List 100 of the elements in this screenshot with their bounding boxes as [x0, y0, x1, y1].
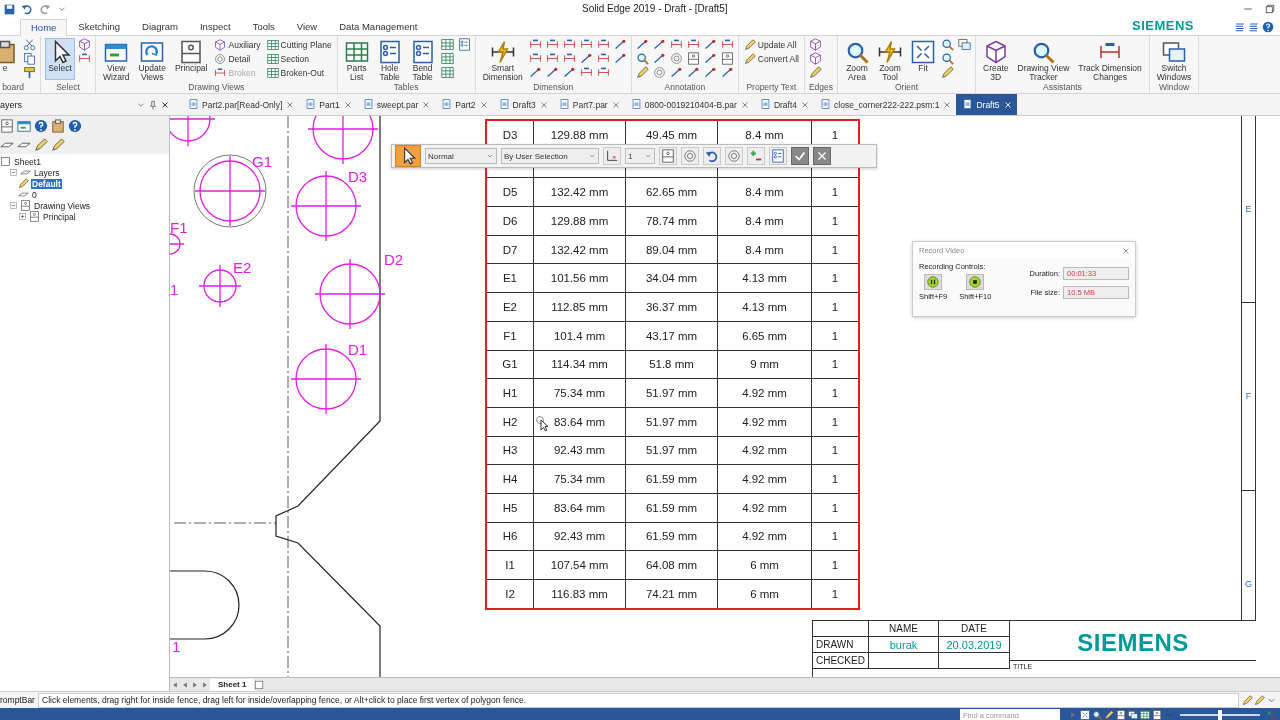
ribbon-tab[interactable]: Home [20, 19, 68, 36]
document-tab[interactable]: close_corner222-222.psm:1 [814, 94, 957, 115]
ribbon-button[interactable]: Detail [213, 52, 262, 66]
magnifier-icon[interactable] [635, 52, 649, 65]
ribbon-button[interactable]: Broken-Out [265, 66, 333, 80]
view-frame-icon[interactable] [1116, 710, 1126, 720]
brush-icon[interactable] [23, 66, 36, 79]
document-tab[interactable]: sweept.par [356, 94, 436, 115]
help-icon[interactable] [68, 119, 82, 133]
dimension-icon[interactable] [596, 66, 610, 79]
annotation-icon[interactable] [613, 52, 627, 65]
pencil-icon[interactable] [808, 66, 822, 79]
close-button[interactable] [813, 147, 831, 165]
document-tab[interactable]: Part7.par [552, 94, 625, 115]
dimension-icon[interactable] [686, 38, 700, 51]
dimension-icon[interactable] [545, 52, 559, 65]
dimension-icon[interactable] [545, 38, 559, 51]
windows-icon[interactable] [958, 38, 972, 51]
dimension-icon[interactable] [720, 38, 734, 51]
magnifier-icon[interactable] [941, 52, 955, 65]
magnifier-icon[interactable] [941, 38, 955, 51]
ribbon-button[interactable]: Fit [908, 38, 939, 80]
fit-icon[interactable] [1080, 710, 1090, 720]
stop-button[interactable] [966, 274, 985, 290]
close-icon[interactable] [160, 99, 170, 110]
cube-icon[interactable] [808, 52, 822, 65]
ribbon-button[interactable]: e [0, 38, 20, 80]
table-icon[interactable] [440, 38, 454, 51]
annotation-icon[interactable] [562, 66, 576, 79]
dimension-icon[interactable] [78, 52, 91, 65]
target-button[interactable] [725, 147, 743, 165]
dimension-icon[interactable] [579, 38, 593, 51]
clipboard-icon[interactable] [51, 119, 65, 133]
document-tab[interactable]: Part2 [435, 94, 493, 115]
select-tool-button[interactable] [395, 145, 421, 167]
accept-button[interactable] [791, 147, 809, 165]
ribbon-button[interactable]: Update Views [135, 38, 169, 80]
pencil-icon[interactable] [34, 138, 48, 152]
ribbon-button[interactable]: Bend Table [407, 38, 438, 80]
windows-icon[interactable] [1128, 710, 1138, 720]
ribbon-button[interactable]: Zoom Tool [875, 38, 906, 80]
annotation-icon[interactable] [686, 66, 700, 79]
count-dropdown[interactable]: 1 [625, 148, 655, 164]
target-icon[interactable] [669, 52, 683, 65]
cube-icon[interactable] [78, 38, 91, 51]
ribbon-button[interactable]: View Wizard [100, 38, 133, 80]
pencil-icon[interactable] [1242, 694, 1253, 706]
dimension-icon[interactable] [669, 38, 683, 51]
align-icon[interactable] [1234, 21, 1246, 33]
help-icon[interactable] [1262, 21, 1274, 33]
annotation-icon[interactable] [703, 38, 717, 51]
pause-button[interactable] [924, 274, 943, 290]
ribbon-tab[interactable]: Inspect [189, 18, 242, 35]
dimension-icon[interactable] [596, 52, 610, 65]
collapse-icon[interactable] [9, 168, 18, 177]
ribbon-button[interactable]: Parts List [341, 38, 372, 80]
annotation-icon[interactable] [652, 38, 666, 51]
ribbon-button[interactable]: Zoom Area [842, 38, 873, 80]
ribbon-tab[interactable]: Sketching [67, 18, 132, 35]
annotation-icon[interactable] [669, 66, 683, 79]
ribbon-tab[interactable]: Diagram [131, 18, 189, 35]
tree-item[interactable]: 0 [31, 189, 38, 200]
tree-item[interactable]: Principal [42, 211, 77, 222]
table-icon[interactable] [1140, 710, 1150, 720]
annotation-icon[interactable] [703, 52, 717, 65]
ribbon-button[interactable]: Hole Table [374, 38, 405, 80]
zoom-slider-thumb[interactable] [1218, 710, 1222, 720]
mode-dropdown[interactable]: Normal [425, 148, 497, 164]
ribbon-button[interactable]: Track Dimension Changes [1075, 38, 1145, 80]
tree-item[interactable]: Layers [33, 167, 61, 178]
tree-item[interactable]: Sheet1 [13, 156, 42, 167]
save-icon[interactable] [4, 3, 15, 15]
ribbon-button[interactable]: Select [45, 38, 75, 80]
ribbon-button[interactable]: Section [265, 52, 333, 66]
list-icon[interactable] [457, 38, 471, 51]
ribbon-button[interactable]: Cutting Plane [265, 38, 333, 52]
table-icon[interactable] [440, 66, 454, 79]
ribbon-tab[interactable]: Data Management [328, 18, 429, 35]
annotation-icon[interactable] [613, 38, 627, 51]
list-button[interactable] [769, 147, 787, 165]
pencil-icon[interactable] [51, 138, 65, 152]
target-icon[interactable] [652, 66, 666, 79]
annotation-icon[interactable] [579, 52, 593, 65]
scissors-icon[interactable] [23, 38, 36, 51]
copy-icon[interactable] [23, 52, 36, 65]
magnifier-icon[interactable] [1092, 710, 1102, 720]
dimension-icon[interactable] [562, 38, 576, 51]
annotation-icon[interactable] [528, 66, 542, 79]
pencil-icon[interactable] [635, 66, 649, 79]
ribbon-button[interactable]: Smart Dimension [479, 38, 526, 80]
tree-item[interactable]: Drawing Views [33, 200, 92, 211]
ribbon-button[interactable]: Auxiliary [213, 38, 262, 52]
ribbon-tab[interactable]: View [285, 18, 329, 35]
dimension-icon[interactable] [596, 38, 610, 51]
ribbon-button[interactable]: Switch Windows [1153, 38, 1195, 80]
expand-icon[interactable] [18, 212, 27, 221]
ribbon-button[interactable]: Drawing View Tracker [1014, 38, 1073, 80]
close-icon[interactable] [1002, 99, 1013, 110]
undo-icon[interactable] [21, 3, 33, 15]
annotation-icon[interactable] [635, 38, 649, 51]
